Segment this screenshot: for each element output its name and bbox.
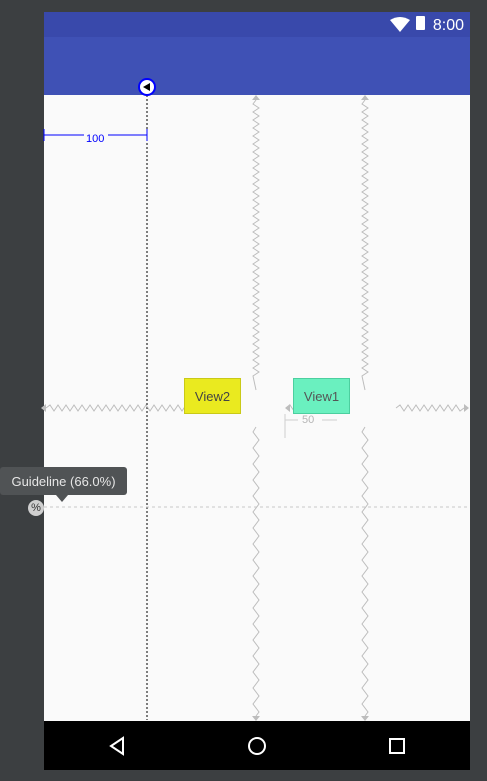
view2-bottom-constraint xyxy=(252,426,260,717)
view1-right-constraint xyxy=(395,404,465,412)
percent-toggle-button[interactable]: % xyxy=(28,500,44,516)
constraint-overlay xyxy=(41,78,470,721)
margin-dimension-label: 100 xyxy=(84,133,107,145)
percent-toggle-label: % xyxy=(31,502,41,514)
view1-box[interactable]: View1 xyxy=(293,378,350,414)
view2-label: View2 xyxy=(194,388,231,404)
view2-top-constraint xyxy=(252,99,260,391)
view1-top-constraint xyxy=(361,99,369,391)
view2-box[interactable]: View2 xyxy=(184,378,241,414)
guideline-tooltip: Guideline (66.0%) xyxy=(0,467,127,495)
tooltip-arrow xyxy=(56,495,68,502)
guideline-tooltip-text: Guideline (66.0%) xyxy=(11,473,116,489)
view1-bottom-constraint xyxy=(361,426,369,717)
view1-label: View1 xyxy=(303,388,340,404)
gap-dimension-label: 50 xyxy=(300,414,317,426)
guideline-handle-icon[interactable] xyxy=(138,78,156,96)
